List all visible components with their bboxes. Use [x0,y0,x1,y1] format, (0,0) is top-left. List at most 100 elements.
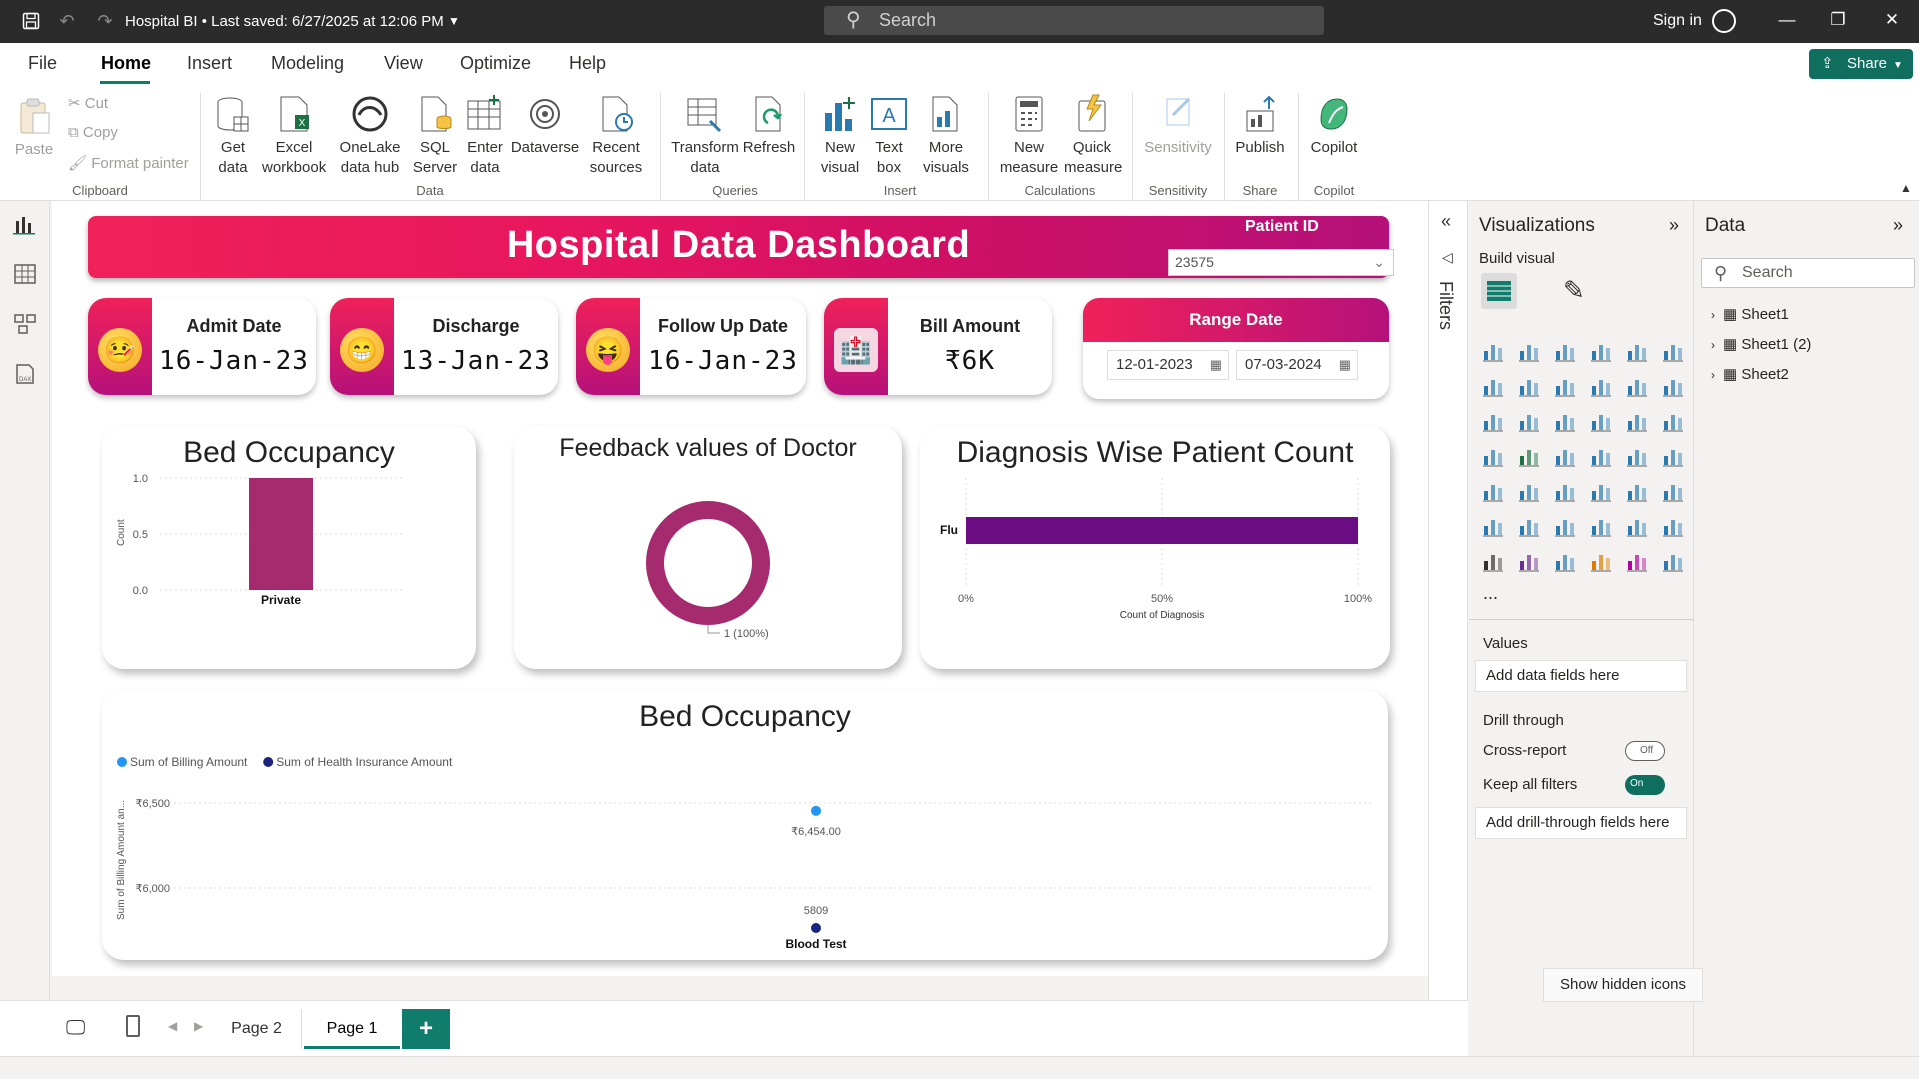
slicer-visual-icon[interactable] [1553,479,1577,503]
kpi-bill-amount[interactable]: 🏥 Bill Amount ₹6K [824,298,1052,395]
kpi-admit-date[interactable]: 🤒 Admit Date 16-Jan-23 [88,298,316,395]
text-box-button[interactable]: A Text box [866,93,912,178]
kpi-follow-up-date[interactable]: 😝 Follow Up Date 16-Jan-23 [576,298,806,395]
kpi-visual-icon[interactable] [1517,479,1541,503]
next-page-icon[interactable]: ▶ [194,1019,203,1033]
python-visual-visual-icon[interactable] [1481,514,1505,538]
tab-insert[interactable]: Insert [187,53,232,74]
tab-view[interactable]: View [384,53,423,74]
arcgis-visual-icon[interactable] [1589,549,1613,573]
sensitivity-button[interactable]: Sensitivity [1140,93,1216,158]
quick-measure-button[interactable]: Quick measure [1064,93,1122,178]
new-measure-button[interactable]: New measure [998,93,1060,178]
format-visual-icon[interactable]: ✎ [1563,275,1585,306]
custom-visual-visual-icon[interactable] [1625,549,1649,573]
share-button[interactable]: ⇪ Share ▼ [1809,49,1913,79]
collapse-pane-icon[interactable]: » [1893,215,1903,236]
data-agent-visual-icon[interactable] [1661,549,1685,573]
bed-occupancy-scatter-chart[interactable]: Bed Occupancy ₹6,500 ₹6,000 Sum of Billing… [102,690,1388,960]
bed-occupancy-column-chart[interactable]: Bed Occupancy 1.0 0.5 0.0 Count Private [102,426,476,669]
excel-workbook-button[interactable]: X Excel workbook [262,93,326,178]
end-date-input[interactable]: 07-03-2024 ▦ [1236,350,1358,380]
build-visual-tab[interactable] [1481,273,1517,309]
decomposition-tree-visual-icon[interactable] [1553,514,1577,538]
multi-card-visual-icon[interactable] [1481,479,1505,503]
donut-visual-icon[interactable] [1661,409,1685,433]
patient-id-slicer[interactable]: 23575 ⌄ [1168,249,1394,276]
stacked-column-visual-icon[interactable] [1517,339,1541,363]
matrix-visual-icon[interactable] [1625,479,1649,503]
undo-icon[interactable]: ↶ [55,10,79,32]
calendar-icon[interactable]: ▦ [1339,351,1351,379]
line-visual-icon[interactable] [1481,374,1505,398]
card-visual-icon[interactable] [1661,444,1685,468]
search-input[interactable]: ⚲ Search [824,6,1324,35]
clustered-column-visual-icon[interactable] [1589,339,1613,363]
filled-map-visual-icon[interactable] [1553,444,1577,468]
refresh-button[interactable]: Refresh [742,93,796,158]
ribbon-visual-icon[interactable] [1481,409,1505,433]
avatar[interactable] [1712,9,1736,33]
pie-visual-icon[interactable] [1625,409,1649,433]
scatter-visual-icon[interactable] [1589,409,1613,433]
100-area-visual-icon[interactable] [1589,374,1613,398]
onelake-button[interactable]: OneLake data hub [330,93,410,178]
dataverse-button[interactable]: Dataverse [510,93,580,158]
line-clustered-visual-icon[interactable] [1661,374,1685,398]
sign-in-link[interactable]: Sign in [1653,12,1702,30]
save-icon[interactable] [19,10,43,32]
waterfall-visual-icon[interactable] [1517,409,1541,433]
table-view-icon[interactable] [13,263,37,285]
keep-filters-toggle[interactable]: On [1625,775,1665,795]
minimize-icon[interactable]: — [1775,10,1799,34]
values-well[interactable]: Add data fields here [1475,660,1687,692]
mobile-layout-icon[interactable] [126,1015,140,1037]
clustered-bar-visual-icon[interactable] [1553,339,1577,363]
metrics-visual-icon[interactable] [1661,514,1685,538]
enter-data-button[interactable]: Enter data [462,93,508,178]
tab-optimize[interactable]: Optimize [460,53,531,74]
more-visuals-button[interactable]: More visuals [914,93,978,178]
add-page-button[interactable]: + [402,1009,450,1049]
format-painter-button[interactable]: 🖌 Format painter [68,154,189,172]
drill-through-well[interactable]: Add drill-through fields here [1475,807,1687,839]
power-apps-visual-icon[interactable] [1517,549,1541,573]
calendar-icon[interactable]: ▦ [1210,351,1222,379]
cut-button[interactable]: ✂ Cut [68,94,108,112]
key-influencers-visual-icon[interactable] [1517,514,1541,538]
table-item-sheet1[interactable]: › ▦ Sheet1 [1711,305,1789,323]
page-tab-page-2[interactable]: Page 2 [212,1009,302,1049]
report-view-icon[interactable] [13,213,37,235]
treemap-visual-icon[interactable] [1481,444,1505,468]
cross-report-toggle[interactable]: Off [1625,741,1665,761]
power-automate-visual-icon[interactable] [1553,549,1577,573]
stacked-area-visual-icon[interactable] [1553,374,1577,398]
new-visual-button[interactable]: New visual [814,93,866,178]
100-column-visual-icon[interactable] [1661,339,1685,363]
100-bar-visual-icon[interactable] [1625,339,1649,363]
paste-button[interactable]: Paste [12,95,56,160]
previous-page-icon[interactable]: ◀ [168,1019,177,1033]
redo-icon[interactable]: ↷ [93,10,117,32]
publish-button[interactable]: Publish [1230,93,1290,158]
copy-button[interactable]: ⧉ Copy [68,124,118,141]
tab-help[interactable]: Help [569,53,606,74]
desktop-layout-icon[interactable]: 🖵 [66,1017,85,1040]
qa-visual-icon[interactable] [1589,514,1613,538]
collapse-ribbon-icon[interactable]: ▲ [1900,181,1912,195]
model-view-icon[interactable] [13,313,37,335]
data-search-input[interactable]: ⚲ Search [1701,258,1915,288]
diagnosis-bar-chart[interactable]: Diagnosis Wise Patient Count 0% 50% 100% Co… [920,426,1390,669]
recent-sources-button[interactable]: Recent sources [584,93,648,178]
gauge-visual-icon[interactable] [1625,444,1649,468]
paginated-visual-icon[interactable] [1481,549,1505,573]
tab-modeling[interactable]: Modeling [271,53,344,74]
azure-map-visual-icon[interactable] [1589,444,1613,468]
expand-panes-icon[interactable]: « [1441,211,1451,232]
maximize-icon[interactable]: ❐ [1826,10,1850,34]
start-date-input[interactable]: 12-01-2023 ▦ [1107,350,1229,380]
stacked-bar-visual-icon[interactable] [1481,339,1505,363]
collapse-pane-icon[interactable]: » [1669,215,1679,236]
close-icon[interactable]: ✕ [1880,10,1904,34]
filters-pane-collapsed[interactable]: « ◁ Filters [1428,201,1468,1056]
